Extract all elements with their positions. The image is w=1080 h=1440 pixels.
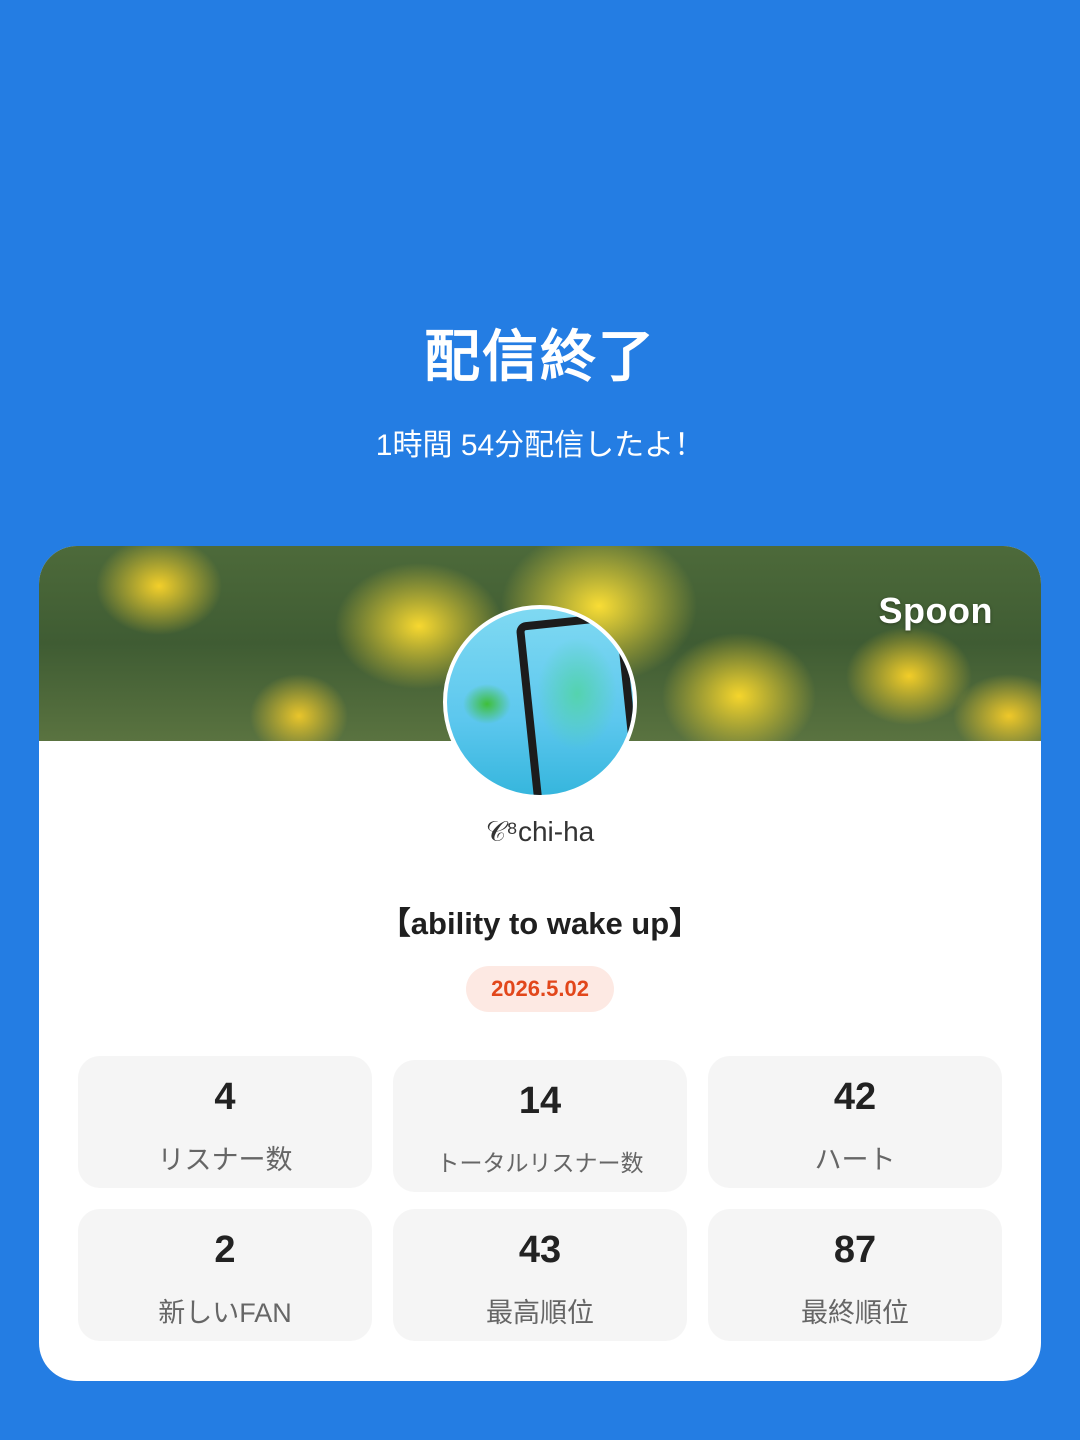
stat-label: リスナー数	[157, 1145, 293, 1175]
stat-label: ハート	[814, 1145, 896, 1175]
stat-value: 14	[518, 1080, 562, 1122]
stat-listeners: 4 リスナー数	[78, 1056, 372, 1188]
stat-label: 最高順位	[486, 1298, 594, 1328]
stat-value: 87	[833, 1229, 877, 1271]
stat-new-fans: 2 新しいFAN	[78, 1209, 372, 1341]
avatar[interactable]	[443, 605, 637, 799]
stat-value: 2	[214, 1229, 236, 1271]
username[interactable]: 𝒞⁸chi-ha	[39, 816, 1041, 849]
stat-final-rank: 87 最終順位	[708, 1209, 1002, 1341]
avatar-artwork	[515, 611, 633, 795]
spoon-logo: Spoon	[878, 590, 993, 631]
broadcast-duration: 1時間 54分配信したよ！	[375, 429, 705, 462]
stat-value: 42	[833, 1076, 877, 1118]
result-card: Spoon 𝒞⁸chi-ha 【ability to wake up】 2026…	[39, 546, 1041, 1381]
date-badge: 2026.5.02	[466, 966, 614, 1012]
stat-label: トータルリスナー数	[436, 1150, 644, 1176]
stat-label: 新しいFAN	[158, 1298, 292, 1328]
stat-label: 最終順位	[801, 1298, 909, 1328]
stat-total-listeners: 14 トータルリスナー数	[393, 1060, 687, 1192]
stat-value: 43	[518, 1229, 562, 1271]
page-title: 配信終了	[424, 325, 656, 388]
stat-value: 4	[214, 1076, 236, 1118]
stat-highest-rank: 43 最高順位	[393, 1209, 687, 1341]
stat-hearts: 42 ハート	[708, 1056, 1002, 1188]
broadcast-title: 【ability to wake up】	[379, 906, 701, 941]
